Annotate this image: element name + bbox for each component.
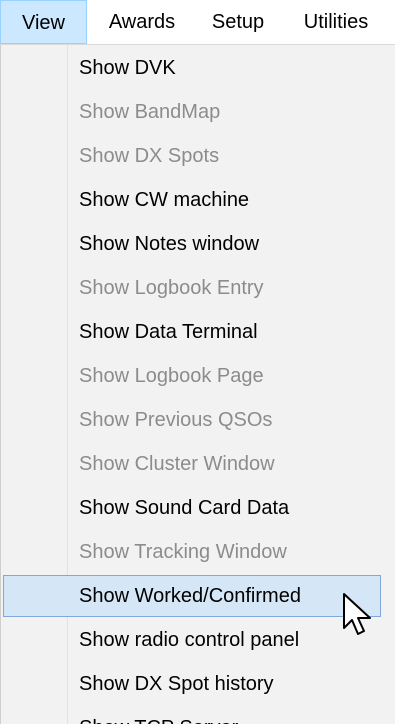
menu-item-show-radio-control-panel[interactable]: Show radio control panel [3, 619, 381, 661]
menu-item-show-bandmap[interactable]: Show BandMap [3, 91, 381, 133]
menu-item-show-dvk[interactable]: Show DVK [3, 47, 381, 89]
menu-item-show-previous-qsos[interactable]: Show Previous QSOs [3, 399, 381, 441]
mouse-pointer-icon [343, 593, 371, 635]
menu-view[interactable]: View [0, 0, 87, 44]
menu-item-show-sound-card-data[interactable]: Show Sound Card Data [3, 487, 381, 529]
menu-item-show-notes-window[interactable]: Show Notes window [3, 223, 381, 265]
menu-item-show-dx-spots[interactable]: Show DX Spots [3, 135, 381, 177]
menu-item-show-logbook-page[interactable]: Show Logbook Page [3, 355, 381, 397]
app-window: View Awards Setup Utilities Show DVK Show… [0, 0, 395, 724]
menu-setup[interactable]: Setup [196, 0, 280, 44]
menu-item-show-tracking-window[interactable]: Show Tracking Window [3, 531, 381, 573]
menu-item-show-data-terminal[interactable]: Show Data Terminal [3, 311, 381, 353]
menu-item-show-logbook-entry[interactable]: Show Logbook Entry [3, 267, 381, 309]
menu-awards[interactable]: Awards [92, 0, 192, 44]
menu-item-show-tcp-server[interactable]: Show TCP Server [3, 707, 381, 724]
menu-item-show-cw-machine[interactable]: Show CW machine [3, 179, 381, 221]
menu-bar: View Awards Setup Utilities [0, 0, 395, 45]
view-menu-dropdown: Show DVK Show BandMap Show DX Spots Show CW… [0, 45, 395, 724]
menu-item-show-dx-spot-history[interactable]: Show DX Spot history [3, 663, 381, 705]
menu-item-show-cluster-window[interactable]: Show Cluster Window [3, 443, 381, 485]
menu-item-show-worked-confirmed[interactable]: Show Worked/Confirmed [3, 575, 381, 617]
menu-utilities[interactable]: Utilities [285, 0, 387, 44]
